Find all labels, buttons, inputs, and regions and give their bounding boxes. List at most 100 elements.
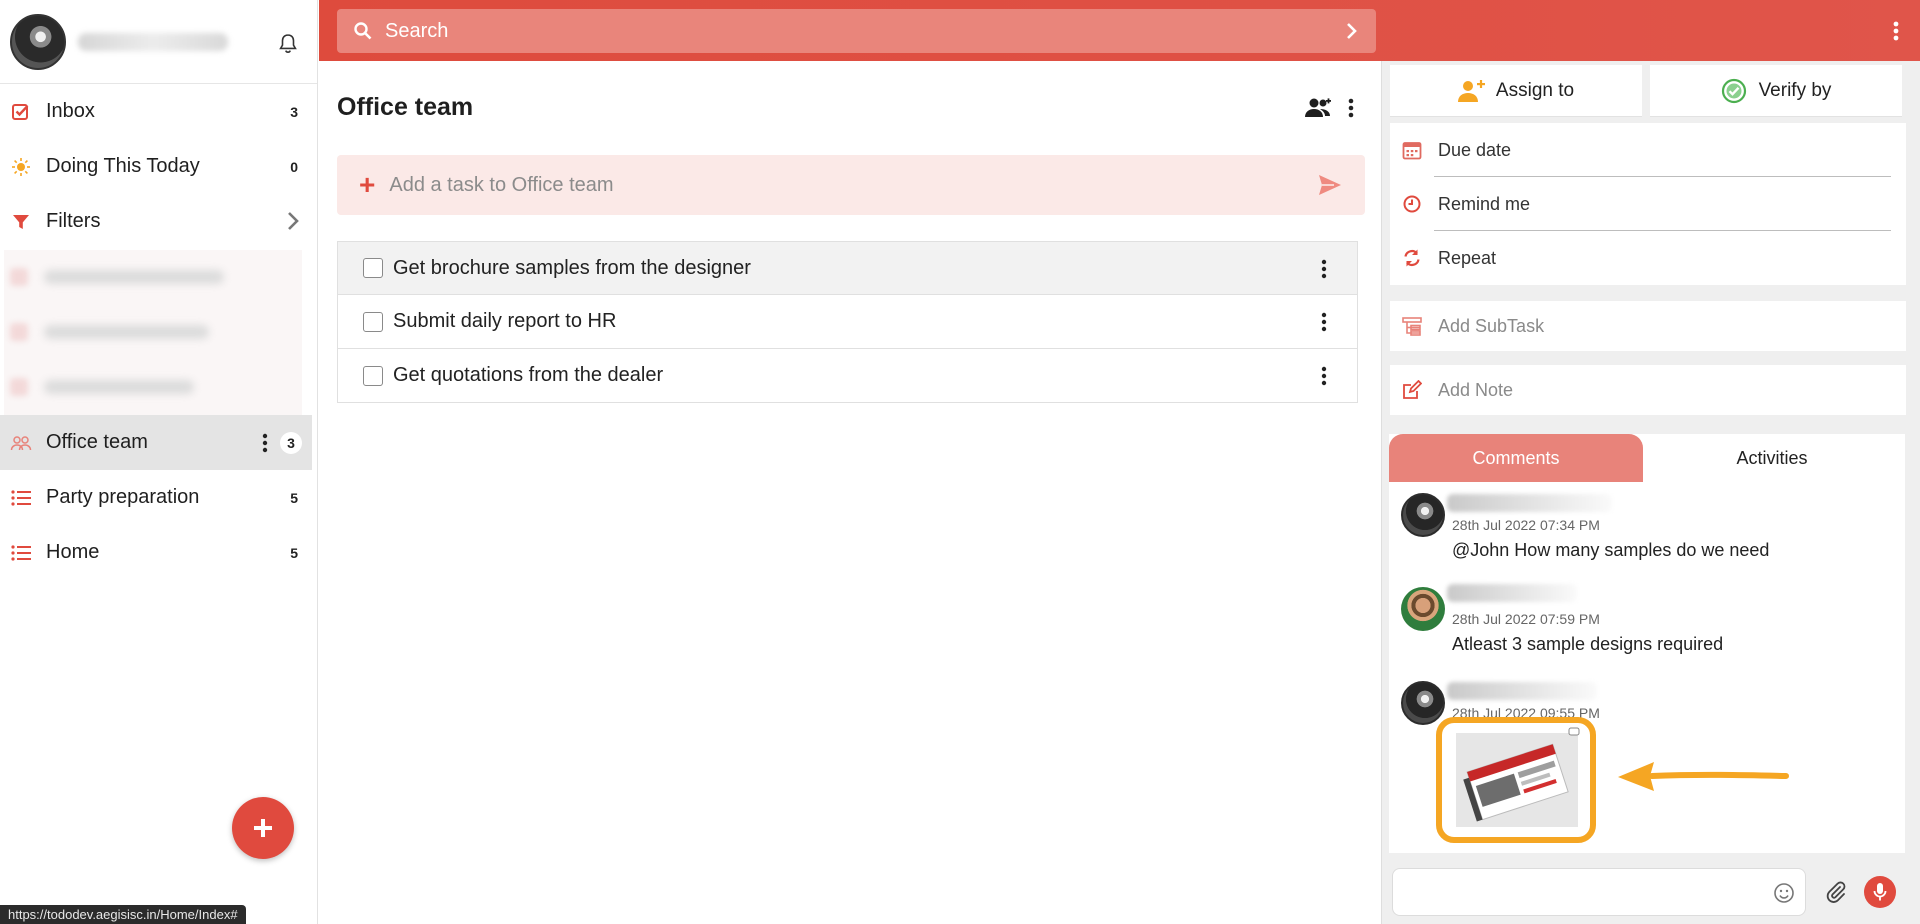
search-placeholder: Search — [385, 19, 449, 42]
microphone-button[interactable] — [1864, 876, 1896, 908]
verify-by-button[interactable]: Verify by — [1650, 65, 1902, 117]
profile-header — [0, 0, 317, 84]
add-user-icon — [1457, 78, 1486, 104]
assign-to-label: Assign to — [1495, 79, 1575, 101]
count-badge: 5 — [290, 544, 298, 561]
count-badge: 3 — [290, 103, 298, 120]
due-date-label: Due date — [1438, 139, 1512, 160]
more-vertical-icon[interactable] — [1347, 97, 1355, 119]
search-icon — [353, 21, 373, 41]
comment-timestamp: 28th Jul 2022 07:59 PM — [1452, 611, 1600, 627]
image-attachment[interactable] — [1436, 717, 1596, 843]
more-vertical-icon[interactable] — [1321, 259, 1327, 279]
sun-icon — [10, 156, 32, 178]
sidebar-item-label: Inbox — [46, 100, 95, 122]
commenter-name-blurred — [1447, 682, 1597, 700]
detail-tabs: Comments Activities — [1389, 434, 1905, 482]
top-bar: Search — [319, 0, 1920, 61]
assign-to-button[interactable]: Assign to — [1390, 65, 1642, 117]
search-input[interactable]: Search — [337, 9, 1376, 53]
checkbox-icon — [10, 101, 32, 123]
add-subtask-field[interactable]: Add SubTask — [1390, 301, 1906, 351]
task-row[interactable]: Get brochure samples from the designer — [337, 241, 1358, 295]
count-badge: 5 — [290, 489, 298, 506]
clock-icon — [1402, 194, 1422, 214]
add-task-placeholder: Add a task to Office team — [389, 173, 614, 196]
task-list-panel: Office team + Add a task to Office team … — [319, 61, 1381, 924]
verify-by-label: Verify by — [1758, 79, 1832, 101]
remind-me-field[interactable]: Remind me — [1390, 177, 1897, 231]
list-icon — [10, 542, 32, 564]
tab-comments[interactable]: Comments — [1389, 434, 1643, 482]
tab-activities[interactable]: Activities — [1645, 434, 1899, 482]
calendar-icon — [1402, 140, 1422, 160]
sidebar-item-inbox[interactable]: Inbox 3 — [0, 84, 312, 139]
more-vertical-icon[interactable] — [1892, 20, 1900, 42]
task-title: Get brochure samples from the designer — [393, 256, 751, 279]
sidebar-item-label: Home — [46, 541, 100, 563]
add-subtask-label: Add SubTask — [1438, 315, 1545, 336]
comment-input[interactable] — [1392, 868, 1806, 916]
blurred-list-item[interactable] — [4, 305, 302, 360]
edit-note-icon — [1402, 380, 1422, 400]
microphone-icon — [1873, 883, 1887, 901]
add-task-input[interactable]: + Add a task to Office team — [337, 155, 1365, 215]
chevron-right-icon[interactable] — [1342, 21, 1362, 41]
annotation-arrow — [1618, 762, 1789, 791]
task-title: Submit daily report to HR — [393, 310, 617, 332]
avatar[interactable] — [10, 13, 66, 70]
sidebar-item-filters[interactable]: Filters — [0, 194, 312, 249]
chevron-right-icon — [286, 211, 300, 231]
avatar — [1401, 493, 1445, 537]
filter-icon — [10, 211, 32, 233]
bell-icon[interactable] — [276, 32, 300, 56]
add-note-row: Add Note — [1390, 363, 1897, 417]
emoji-icon[interactable] — [1773, 882, 1795, 904]
due-date-field[interactable]: Due date — [1390, 123, 1897, 177]
comment-text: Atleast 3 sample designs required — [1452, 634, 1724, 654]
share-members-icon[interactable] — [1304, 97, 1332, 119]
add-note-label: Add Note — [1438, 379, 1514, 400]
task-checkbox[interactable] — [363, 258, 383, 278]
sidebar-item-party-preparation[interactable]: Party preparation 5 — [0, 470, 312, 525]
avatar — [1401, 587, 1445, 631]
task-checkbox[interactable] — [363, 365, 383, 386]
plus-icon — [254, 819, 272, 837]
sidebar-item-label: Office team — [46, 431, 148, 453]
verified-check-icon — [1721, 78, 1749, 104]
count-badge: 3 — [280, 431, 302, 454]
sidebar: Inbox 3 Doing This Today 0 Filters Offic… — [0, 0, 318, 924]
comment-text: @John How many samples do we need — [1452, 540, 1770, 560]
more-vertical-icon[interactable] — [1321, 366, 1327, 386]
sidebar-item-doing-today[interactable]: Doing This Today 0 — [0, 139, 312, 194]
sidebar-item-home[interactable]: Home 5 — [0, 525, 312, 580]
status-url: https://tododev.aegisisc.in/Home/Index# — [0, 905, 246, 924]
task-checkbox[interactable] — [363, 311, 383, 332]
brochure-thumbnail — [1456, 733, 1578, 827]
page-title: Office team — [337, 93, 474, 121]
blurred-list-item[interactable] — [4, 360, 302, 415]
add-list-button[interactable] — [232, 797, 294, 859]
group-icon — [10, 432, 32, 454]
avatar — [1401, 681, 1445, 725]
plus-icon: + — [359, 169, 376, 200]
commenter-name-blurred — [1447, 584, 1577, 602]
repeat-field[interactable]: Repeat — [1390, 231, 1897, 285]
repeat-icon — [1402, 248, 1422, 268]
task-row[interactable]: Get quotations from the dealer — [337, 349, 1358, 403]
commenter-name-blurred — [1447, 494, 1612, 512]
comment-timestamp: 28th Jul 2022 07:34 PM — [1452, 517, 1600, 533]
more-vertical-icon[interactable] — [1321, 312, 1327, 332]
add-note-field[interactable]: Add Note — [1390, 365, 1906, 415]
schedule-card: Due date Remind me Repeat — [1390, 123, 1906, 285]
sidebar-item-office-team[interactable]: Office team 3 — [0, 415, 312, 470]
attachment-icon[interactable] — [1824, 880, 1848, 904]
blurred-list-item[interactable] — [4, 250, 302, 305]
add-subtask-row: Add SubTask — [1390, 299, 1897, 353]
task-row[interactable]: Submit daily report to HR — [337, 295, 1358, 349]
comment-bubble-icon — [1568, 727, 1580, 737]
task-title: Get quotations from the dealer — [393, 364, 664, 386]
send-icon[interactable] — [1317, 173, 1343, 197]
more-vertical-icon[interactable] — [262, 433, 268, 453]
sidebar-item-label: Filters — [46, 210, 101, 232]
